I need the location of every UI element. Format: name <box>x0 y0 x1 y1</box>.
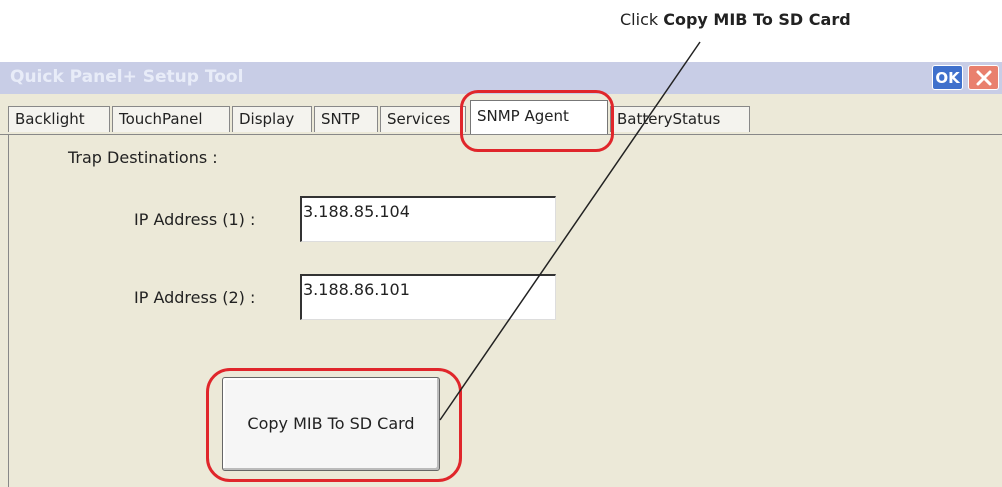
callout-leader-line <box>439 41 701 421</box>
tab-snmp-agent[interactable]: SNMP Agent <box>470 100 608 134</box>
